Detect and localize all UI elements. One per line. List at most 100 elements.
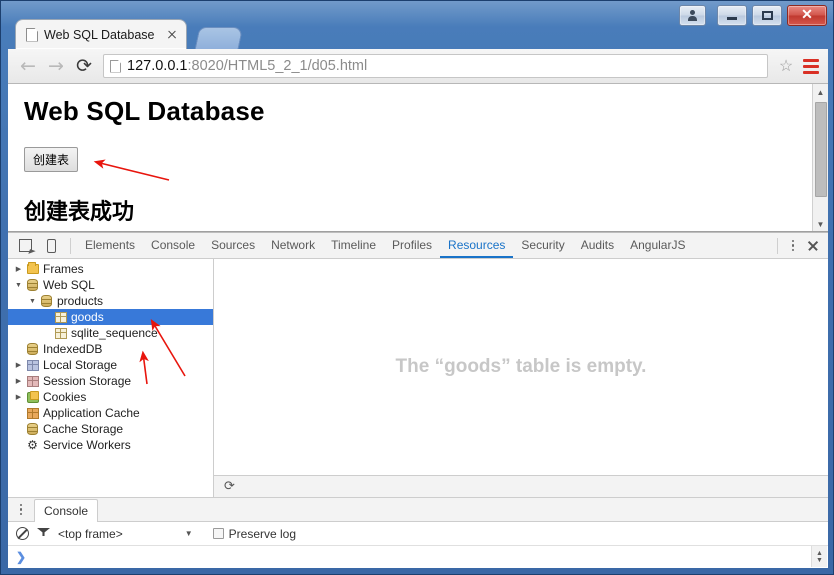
- console-filter-bar: <top frame> ▼ Preserve log: [8, 522, 828, 546]
- inspect-element-icon[interactable]: [12, 234, 38, 258]
- page-favicon: [26, 28, 38, 42]
- execution-context-value: <top frame>: [58, 526, 123, 541]
- chevron-right-icon[interactable]: ▶: [12, 265, 25, 273]
- devtools-more-options-icon[interactable]: [784, 236, 802, 256]
- devtools-panel: Elements Console Sources Network Timeline Pro…: [8, 232, 828, 568]
- clear-console-icon[interactable]: [16, 527, 29, 540]
- tree-item-sqlite-sequence[interactable]: sqlite_sequence: [8, 325, 213, 341]
- tree-item-web-sql[interactable]: ▼ Web SQL: [8, 277, 213, 293]
- tab-elements[interactable]: Elements: [77, 233, 143, 258]
- tab-network[interactable]: Network: [263, 233, 323, 258]
- tree-item-goods[interactable]: goods: [8, 309, 213, 325]
- refresh-icon[interactable]: ⟳: [224, 479, 235, 494]
- resources-tree[interactable]: ▶ Frames ▼ Web SQL ▼ products goods sqlite_se…: [8, 259, 214, 497]
- tree-item-session-storage[interactable]: ▶ Session Storage: [8, 373, 213, 389]
- address-bar-url: 127.0.0.1:8020/HTML5_2_1/d05.html: [127, 58, 367, 74]
- database-icon: [39, 295, 54, 307]
- browser-toolbar: ← → ⟳ 127.0.0.1:8020/HTML5_2_1/d05.html …: [8, 49, 828, 84]
- execution-context-select[interactable]: <top frame> ▼: [58, 527, 193, 541]
- devtools-tabbar-right: [771, 236, 824, 256]
- chrome-menu-button[interactable]: [800, 54, 822, 78]
- console-scroll-up-icon[interactable]: ▲: [816, 550, 823, 557]
- tree-item-label: IndexedDB: [43, 342, 103, 356]
- tree-item-application-cache[interactable]: Application Cache: [8, 405, 213, 421]
- tree-item-label: Frames: [43, 262, 84, 276]
- tree-item-label: products: [57, 294, 104, 308]
- tab-resources[interactable]: Resources: [440, 233, 514, 258]
- app-cache-icon: [25, 407, 40, 419]
- tree-item-label: Session Storage: [43, 374, 132, 388]
- tree-item-label: Local Storage: [43, 358, 118, 372]
- scroll-down-icon[interactable]: ▼: [813, 216, 828, 231]
- tab-console[interactable]: Console: [143, 233, 203, 258]
- filter-icon[interactable]: [37, 527, 50, 540]
- preserve-log-toggle[interactable]: Preserve log: [212, 527, 296, 541]
- chevron-right-icon[interactable]: ▶: [12, 393, 25, 401]
- bookmark-star-icon[interactable]: ☆: [776, 56, 796, 76]
- url-host: 127.0.0.1: [127, 58, 188, 74]
- database-icon: [25, 343, 40, 355]
- scroll-up-icon[interactable]: ▲: [813, 84, 828, 100]
- arrow-right-icon: →: [48, 54, 64, 77]
- tree-item-label: Cookies: [43, 390, 87, 404]
- tab-angularjs[interactable]: AngularJS: [622, 233, 693, 258]
- chevron-right-icon[interactable]: ▶: [12, 361, 25, 369]
- console-prompt-row[interactable]: ❯: [8, 546, 828, 568]
- back-button[interactable]: ←: [14, 52, 42, 80]
- page-info-icon[interactable]: [110, 60, 121, 73]
- tab-strip: Web SQL Database: [1, 1, 833, 49]
- arrow-left-icon: ←: [20, 54, 36, 77]
- menu-line-2: [803, 64, 819, 68]
- tree-item-service-workers[interactable]: ⚙ Service Workers: [8, 437, 213, 453]
- drawer-more-options-icon[interactable]: [12, 500, 30, 520]
- tree-item-cookies[interactable]: ▶ Cookies: [8, 389, 213, 405]
- storage-alt-icon: [25, 375, 40, 387]
- devtools-close-icon[interactable]: [802, 236, 824, 256]
- reload-button[interactable]: ⟳: [70, 52, 98, 80]
- folder-icon: [25, 262, 40, 274]
- tab-timeline[interactable]: Timeline: [323, 233, 384, 258]
- console-scroll-down-icon[interactable]: ▼: [816, 557, 823, 564]
- chevron-down-icon[interactable]: ▼: [26, 298, 39, 305]
- tree-item-cache-storage[interactable]: Cache Storage: [8, 421, 213, 437]
- tab-close-icon[interactable]: [164, 27, 180, 43]
- create-table-result-text: 创建表成功: [24, 199, 135, 224]
- page-content: Web SQL Database 创建表 创建表成功: [8, 84, 810, 226]
- chevron-right-icon[interactable]: ▶: [12, 377, 25, 385]
- tree-item-label: goods: [71, 310, 104, 324]
- forward-button[interactable]: →: [42, 52, 70, 80]
- storage-icon: [25, 359, 40, 371]
- service-worker-icon: ⚙: [27, 438, 38, 452]
- browser-window: ✕ Web SQL Database ← → ⟳ 127.0.0.1:8020/…: [0, 0, 834, 575]
- browser-tab-title: Web SQL Database: [44, 27, 155, 42]
- tree-item-products[interactable]: ▼ products: [8, 293, 213, 309]
- tree-item-label: Web SQL: [43, 278, 95, 292]
- browser-tab[interactable]: Web SQL Database: [15, 19, 187, 49]
- tree-item-indexeddb[interactable]: IndexedDB: [8, 341, 213, 357]
- tab-sources[interactable]: Sources: [203, 233, 263, 258]
- chevron-down-icon[interactable]: ▼: [12, 282, 25, 289]
- database-icon: [25, 423, 40, 435]
- preserve-log-checkbox[interactable]: [212, 528, 224, 539]
- tab-audits[interactable]: Audits: [573, 233, 622, 258]
- tab-profiles[interactable]: Profiles: [384, 233, 440, 258]
- tree-item-label: Cache Storage: [43, 422, 124, 436]
- tree-item-frames[interactable]: ▶ Frames: [8, 261, 213, 277]
- console-prompt-icon: ❯: [16, 550, 27, 564]
- page-vertical-scrollbar[interactable]: ▲ ▼: [812, 84, 828, 231]
- tree-item-local-storage[interactable]: ▶ Local Storage: [8, 357, 213, 373]
- device-toolbar-icon[interactable]: [38, 234, 64, 258]
- database-icon: [25, 279, 40, 291]
- console-scroll-indicator[interactable]: ▲ ▼: [811, 546, 827, 567]
- scrollbar-thumb[interactable]: [815, 102, 827, 197]
- devtools-tab-bar: Elements Console Sources Network Timeline Pro…: [8, 233, 828, 259]
- tab-console[interactable]: Console: [34, 498, 99, 522]
- new-tab-button[interactable]: [194, 27, 244, 49]
- table-icon: [53, 311, 68, 323]
- create-table-button[interactable]: 创建表: [24, 147, 79, 172]
- toolbar-divider: [70, 237, 71, 254]
- address-bar[interactable]: 127.0.0.1:8020/HTML5_2_1/d05.html: [103, 54, 768, 78]
- tab-security[interactable]: Security: [513, 233, 572, 258]
